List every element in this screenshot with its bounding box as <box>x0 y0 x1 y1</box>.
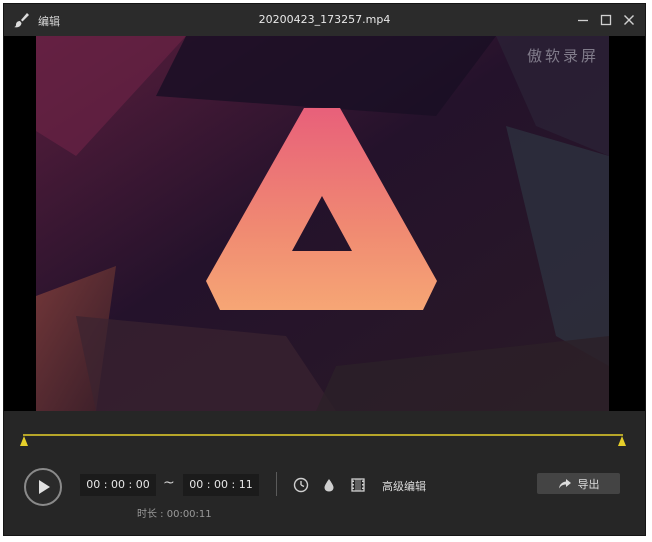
export-label: 导出 <box>577 477 600 491</box>
start-time-field[interactable]: 00 : 00 : 00 <box>80 474 156 496</box>
play-button[interactable] <box>24 468 62 506</box>
play-icon <box>39 480 50 494</box>
trim-timeline[interactable] <box>20 430 626 450</box>
watermark: 傲软录屏 <box>526 47 599 65</box>
export-button[interactable]: 导出 <box>537 473 620 494</box>
trim-start-handle[interactable] <box>20 436 28 446</box>
speed-icon[interactable] <box>293 477 309 493</box>
advanced-edit-button[interactable]: 高级编辑 <box>382 478 426 494</box>
trim-end-handle[interactable] <box>618 436 626 446</box>
share-icon <box>558 478 571 488</box>
end-time-field[interactable]: 00 : 00 : 11 <box>183 474 259 496</box>
toolbar-divider <box>276 472 277 496</box>
video-frame: 傲软录屏 <box>36 36 609 411</box>
maximize-icon[interactable] <box>598 12 614 28</box>
watermark-removal-icon[interactable] <box>321 477 337 493</box>
minimize-icon[interactable] <box>575 12 591 28</box>
control-panel: 00 : 00 : 00 ~ 00 : 00 : 11 高级编辑 时长 : 00… <box>4 411 645 535</box>
time-separator: ~ <box>163 475 175 491</box>
duration-label: 时长 : 00:00:11 <box>137 509 212 520</box>
video-preview[interactable]: 傲软录屏 <box>4 36 645 411</box>
video-frame-image <box>36 36 609 411</box>
editor-window: 编辑 20200423_173257.mp4 傲软录屏 00: 00: 00… <box>3 3 646 536</box>
close-icon[interactable] <box>621 12 637 28</box>
window-title: 20200423_173257.mp4 <box>258 13 391 26</box>
title-bar: 编辑 20200423_173257.mp4 <box>4 4 645 36</box>
film-icon[interactable] <box>350 477 366 493</box>
